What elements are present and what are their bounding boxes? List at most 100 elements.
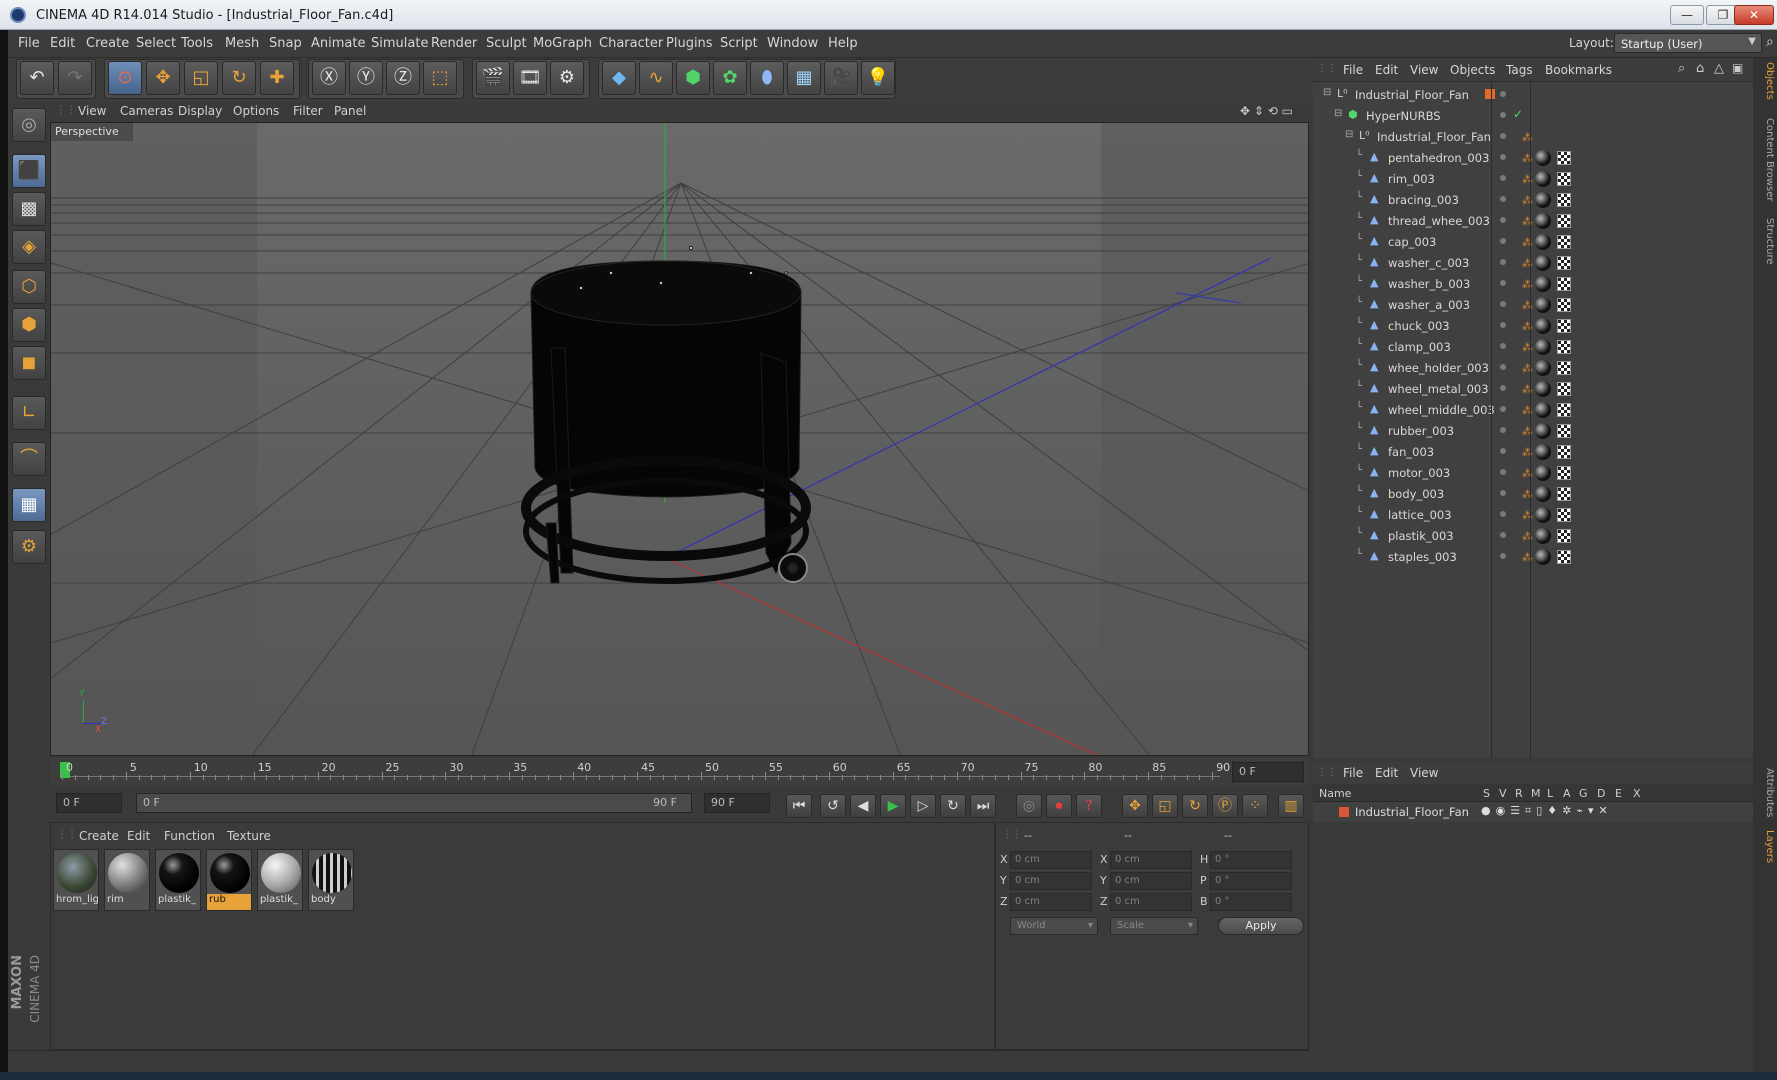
visibility-dot-icon[interactable]: [1500, 448, 1506, 454]
object-row[interactable]: ⊟ ⬢ HyperNURBS ✓: [1313, 105, 1753, 126]
workplane-mode-icon[interactable]: ◈: [12, 230, 46, 264]
object-row[interactable]: ⊟ L⁰ Industrial_Floor_Fan: [1313, 84, 1753, 105]
polygons-mode-icon[interactable]: ◼: [12, 346, 46, 380]
expand-toggle-icon[interactable]: ⊟: [1334, 108, 1342, 119]
coordinate-value-field[interactable]: 0 cm: [1010, 872, 1092, 890]
add-object-icon[interactable]: ✚: [260, 61, 294, 95]
menu-create[interactable]: Create: [86, 36, 129, 51]
uvw-tag-icon[interactable]: [1557, 277, 1571, 291]
render-settings-icon[interactable]: ⚙: [550, 61, 584, 95]
live-select-icon[interactable]: ⊙: [108, 61, 142, 95]
material-tag-icon[interactable]: [1535, 339, 1551, 355]
menu-simulate[interactable]: Simulate: [371, 36, 428, 51]
texture-mode-icon[interactable]: ▩: [12, 192, 46, 226]
next-key-icon[interactable]: ↻: [940, 794, 966, 818]
light-icon[interactable]: 💡: [861, 61, 895, 95]
object-row[interactable]: └ ▲ wheel_metal_003 ⁂: [1313, 378, 1753, 399]
material-tag-icon[interactable]: [1535, 213, 1551, 229]
viewport-menu-panel[interactable]: Panel: [334, 104, 366, 118]
material-tag-icon[interactable]: [1535, 549, 1551, 565]
material-tag-icon[interactable]: [1535, 423, 1551, 439]
menu-plugins[interactable]: Plugins: [666, 36, 713, 51]
z-axis-icon[interactable]: Ⓩ: [386, 61, 420, 95]
layer-column-header[interactable]: E: [1615, 787, 1622, 800]
material-swatch[interactable]: body: [308, 849, 354, 911]
new-panel-icon[interactable]: ▣: [1732, 61, 1743, 75]
layers-menu-view[interactable]: View: [1410, 766, 1438, 780]
max-frame-field[interactable]: 90 F: [704, 793, 770, 813]
workplane-icon[interactable]: ◎: [12, 108, 46, 142]
coordinate-mode-dropdown[interactable]: World ▾: [1010, 917, 1098, 935]
go-to-start-icon[interactable]: ⏮: [786, 794, 812, 818]
search-icon[interactable]: ⌕: [1766, 34, 1774, 50]
viewport-menu-cameras[interactable]: Cameras: [120, 104, 173, 118]
visibility-dot-icon[interactable]: [1500, 196, 1506, 202]
material-menu-edit[interactable]: Edit: [127, 829, 150, 843]
menu-window[interactable]: Window: [767, 36, 818, 51]
coordinate-value-field[interactable]: 0 cm: [1110, 872, 1192, 890]
material-swatch[interactable]: hrom_lig: [53, 849, 99, 911]
menu-mesh[interactable]: Mesh: [225, 36, 259, 51]
uvw-tag-icon[interactable]: [1557, 172, 1571, 186]
uvw-tag-icon[interactable]: [1557, 340, 1571, 354]
object-row[interactable]: └ ▲ chuck_003 ⁂: [1313, 315, 1753, 336]
layers-menu-file[interactable]: File: [1343, 766, 1363, 780]
phong-tag-icon[interactable]: ⁂: [1522, 341, 1533, 354]
menu-select[interactable]: Select: [136, 36, 176, 51]
material-tag-icon[interactable]: [1535, 255, 1551, 271]
material-tag-icon[interactable]: [1535, 171, 1551, 187]
material-menu-texture[interactable]: Texture: [227, 829, 271, 843]
phong-tag-icon[interactable]: ⁂: [1522, 194, 1533, 207]
nurbs-icon[interactable]: ⬢: [676, 61, 710, 95]
visibility-dot-icon[interactable]: [1500, 133, 1506, 139]
viewport-menu-options[interactable]: Options: [233, 104, 279, 118]
key-position-icon[interactable]: ✥: [1122, 794, 1148, 818]
viewport-menu-view[interactable]: View: [78, 104, 106, 118]
size-mode-dropdown[interactable]: Scale ▾: [1110, 917, 1198, 935]
visibility-dot-icon[interactable]: [1500, 322, 1506, 328]
deformer-icon[interactable]: ⬮: [750, 61, 784, 95]
layer-column-header[interactable]: X: [1633, 787, 1641, 800]
uvw-tag-icon[interactable]: [1557, 256, 1571, 270]
uvw-tag-icon[interactable]: [1557, 508, 1571, 522]
soft-selection-icon[interactable]: ⚙: [12, 530, 46, 564]
objects-menu-file[interactable]: File: [1343, 63, 1363, 77]
visibility-dot-icon[interactable]: [1500, 238, 1506, 244]
layout-dropdown[interactable]: Startup (User) ▼: [1614, 33, 1762, 53]
edges-mode-icon[interactable]: ⬢: [12, 308, 46, 342]
material-swatch[interactable]: plastik_: [257, 849, 303, 911]
menu-edit[interactable]: Edit: [50, 36, 75, 51]
timeline-end-field[interactable]: 0 F: [1232, 762, 1304, 782]
up-icon[interactable]: △: [1714, 61, 1724, 76]
perspective-viewport[interactable]: Perspective Y Z X: [50, 122, 1309, 756]
uvw-tag-icon[interactable]: [1557, 151, 1571, 165]
phong-tag-icon[interactable]: ⁂: [1522, 131, 1533, 144]
camera-icon[interactable]: 🎥: [824, 61, 858, 95]
menu-sculpt[interactable]: Sculpt: [486, 36, 527, 51]
previous-frame-icon[interactable]: ◀: [850, 794, 876, 818]
undo-icon[interactable]: ↶: [20, 61, 54, 95]
visibility-dot-icon[interactable]: [1500, 385, 1506, 391]
material-tag-icon[interactable]: [1535, 402, 1551, 418]
material-tag-icon[interactable]: [1535, 276, 1551, 292]
object-row[interactable]: └ ▲ staples_003 ⁂: [1313, 546, 1753, 567]
material-menu-create[interactable]: Create: [79, 829, 119, 843]
uvw-tag-icon[interactable]: [1557, 382, 1571, 396]
enabled-check-icon[interactable]: ✓: [1513, 107, 1523, 121]
scale-icon[interactable]: ◱: [184, 61, 218, 95]
object-row[interactable]: └ ▲ plastik_003 ⁂: [1313, 525, 1753, 546]
material-tag-icon[interactable]: [1535, 486, 1551, 502]
keyframe-selection-icon[interactable]: ?: [1076, 794, 1102, 818]
material-swatch[interactable]: plastik_: [155, 849, 201, 911]
floor-icon[interactable]: ▦: [787, 61, 821, 95]
current-frame-field[interactable]: 0 F: [56, 793, 122, 813]
visibility-dot-icon[interactable]: [1500, 427, 1506, 433]
visibility-dot-icon[interactable]: [1500, 553, 1506, 559]
objects-menu-tags[interactable]: Tags: [1506, 63, 1533, 77]
phong-tag-icon[interactable]: ⁂: [1522, 173, 1533, 186]
tab-layers[interactable]: Layers: [1755, 830, 1775, 863]
apply-button[interactable]: Apply: [1218, 917, 1304, 935]
visibility-dot-icon[interactable]: [1500, 112, 1506, 118]
uvw-tag-icon[interactable]: [1557, 550, 1571, 564]
rotate-icon[interactable]: ↻: [222, 61, 256, 95]
